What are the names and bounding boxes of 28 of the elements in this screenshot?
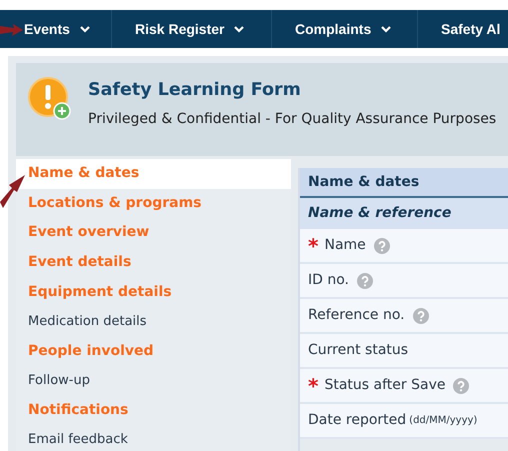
field-label: Name	[324, 236, 366, 255]
chevron-down-icon	[381, 26, 392, 32]
nav-menu[interactable]: Complaints	[295, 10, 418, 48]
nav-menu[interactable]: Risk Register	[135, 10, 272, 48]
section-header: Name & dates	[300, 168, 508, 198]
sidebar-item[interactable]: Medication details	[16, 306, 291, 337]
alert-add-icon	[28, 77, 72, 121]
required-mark: *	[308, 376, 318, 396]
chevron-down-icon	[234, 26, 244, 32]
help-icon[interactable]	[374, 238, 390, 254]
help-icon[interactable]	[453, 378, 470, 394]
subsection-header: Name & reference	[300, 198, 508, 229]
sidebar-item[interactable]: Email feedback	[16, 425, 291, 451]
field-label: ID no.	[308, 271, 350, 290]
field-label: Date reported	[308, 411, 406, 430]
field-label: Status after Save	[324, 376, 446, 395]
nav-menu[interactable]: Events	[24, 10, 112, 48]
sidebar-item[interactable]: Follow-up	[16, 366, 291, 396]
chevron-down-icon	[80, 26, 90, 32]
form-title: Safety Learning Form	[88, 79, 302, 102]
help-icon[interactable]	[357, 272, 374, 288]
date-format-hint: (dd/MM/yyyy)	[409, 414, 478, 428]
nav-menu[interactable]: Safety Al	[441, 10, 500, 48]
required-mark: *	[308, 236, 318, 256]
form-subtitle: Privileged & Confidential - For Quality Assurance Purposes	[88, 110, 496, 130]
field-label: Current status	[308, 341, 408, 360]
field-label: Reference no.	[308, 306, 405, 325]
help-icon[interactable]	[412, 308, 429, 324]
